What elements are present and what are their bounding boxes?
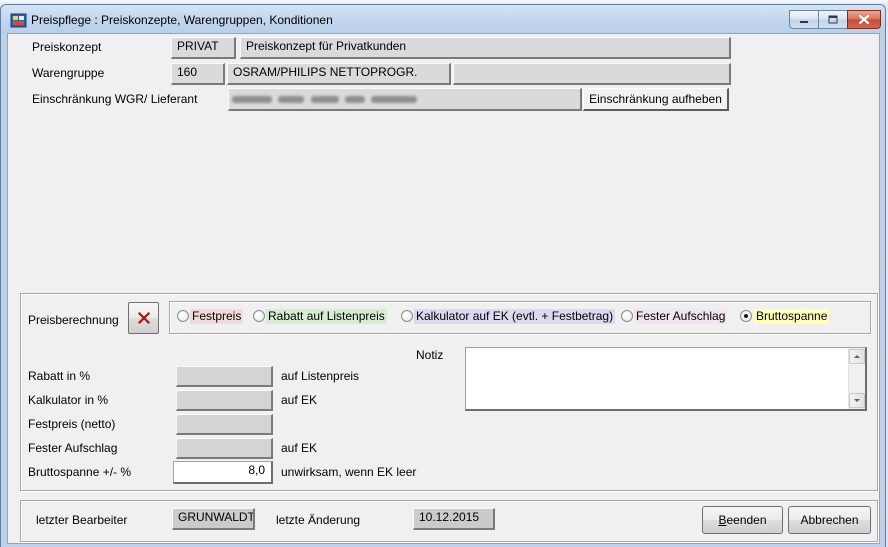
kalkulator-label: Kalkulator in % (28, 393, 109, 407)
cancel-button[interactable]: Abbrechen (788, 506, 871, 534)
arrow-up-icon (854, 355, 860, 358)
warengruppe-description-field[interactable]: OSRAM/PHILIPS NETTOPROGR. (227, 63, 451, 85)
notiz-textarea[interactable] (465, 347, 867, 411)
blurred-text (371, 96, 417, 103)
rabatt-suffix: auf Listenpreis (281, 369, 360, 383)
fester-aufschlag-suffix: auf EK (281, 441, 318, 455)
einschraenkung-field[interactable] (228, 88, 582, 111)
warengruppe-label: Warengruppe (32, 66, 105, 80)
rabatt-label: Rabatt in % (28, 369, 91, 383)
option-label-kalkulator[interactable]: Kalkulator auf EK (evtl. + Festbetrag) (414, 309, 616, 324)
bruttospanne-suffix: unwirksam, wenn EK leer (281, 465, 417, 479)
radio-bruttospanne[interactable] (740, 310, 752, 322)
quit-button-label: Beenden (718, 513, 767, 527)
last-change-field: 10.12.2015 (413, 508, 495, 530)
scroll-up-button[interactable] (849, 349, 865, 364)
clear-restriction-label: Einschränkung aufheben (589, 92, 722, 106)
einschraenkung-label: Einschränkung WGR/ Lieferant (32, 92, 198, 106)
blurred-text (345, 96, 365, 103)
preiskonzept-description-field[interactable]: Preiskonzept für Privatkunden (240, 37, 731, 59)
option-label-fester-aufschlag[interactable]: Fester Aufschlag (634, 309, 728, 324)
preisberechnung-label: Preisberechnung (28, 313, 119, 327)
preiskonzept-code-field[interactable]: PRIVAT (171, 37, 236, 59)
blurred-text (278, 96, 304, 103)
radio-festpreis[interactable] (177, 310, 189, 322)
clear-price-method-button[interactable] (128, 302, 159, 334)
festpreis-field[interactable] (176, 414, 273, 435)
radio-kalkulator[interactable] (401, 310, 413, 322)
last-editor-label: letzter Bearbeiter (36, 513, 128, 527)
festpreis-label: Festpreis (netto) (28, 417, 116, 431)
last-editor-field: GRUNWALDT (172, 508, 255, 530)
scroll-down-button[interactable] (849, 393, 865, 408)
notiz-scrollbar[interactable] (848, 348, 865, 409)
blurred-text (232, 96, 272, 103)
kalkulator-suffix: auf EK (281, 393, 318, 407)
option-label-bruttospanne[interactable]: Bruttospanne (754, 309, 830, 324)
red-x-icon (137, 311, 150, 325)
radio-rabatt[interactable] (253, 310, 265, 322)
notiz-label: Notiz (416, 348, 444, 362)
fester-aufschlag-field[interactable] (176, 438, 273, 459)
quit-button[interactable]: Beenden (702, 506, 783, 534)
arrow-down-icon (854, 399, 860, 402)
cancel-button-label: Abbrechen (800, 513, 859, 527)
fester-aufschlag-label: Fester Aufschlag (28, 441, 118, 455)
warengruppe-extra-field[interactable] (453, 63, 731, 85)
kalkulator-field[interactable] (176, 390, 273, 411)
radio-fester-aufschlag[interactable] (621, 310, 633, 322)
warengruppe-code-field[interactable]: 160 (171, 63, 225, 85)
last-change-label: letzte Änderung (276, 513, 361, 527)
rabatt-field[interactable] (176, 366, 273, 387)
clear-restriction-button[interactable]: Einschränkung aufheben (583, 88, 729, 111)
option-label-rabatt[interactable]: Rabatt auf Listenpreis (266, 309, 387, 324)
bruttospanne-input[interactable]: 8,0 (173, 461, 273, 484)
preiskonzept-label: Preiskonzept (32, 40, 102, 54)
blurred-text (311, 96, 339, 103)
option-label-festpreis[interactable]: Festpreis (190, 309, 244, 324)
dialog-content: Preiskonzept PRIVAT Preiskonzept für Pri… (0, 0, 888, 547)
bruttospanne-label: Bruttospanne +/- % (28, 465, 132, 479)
